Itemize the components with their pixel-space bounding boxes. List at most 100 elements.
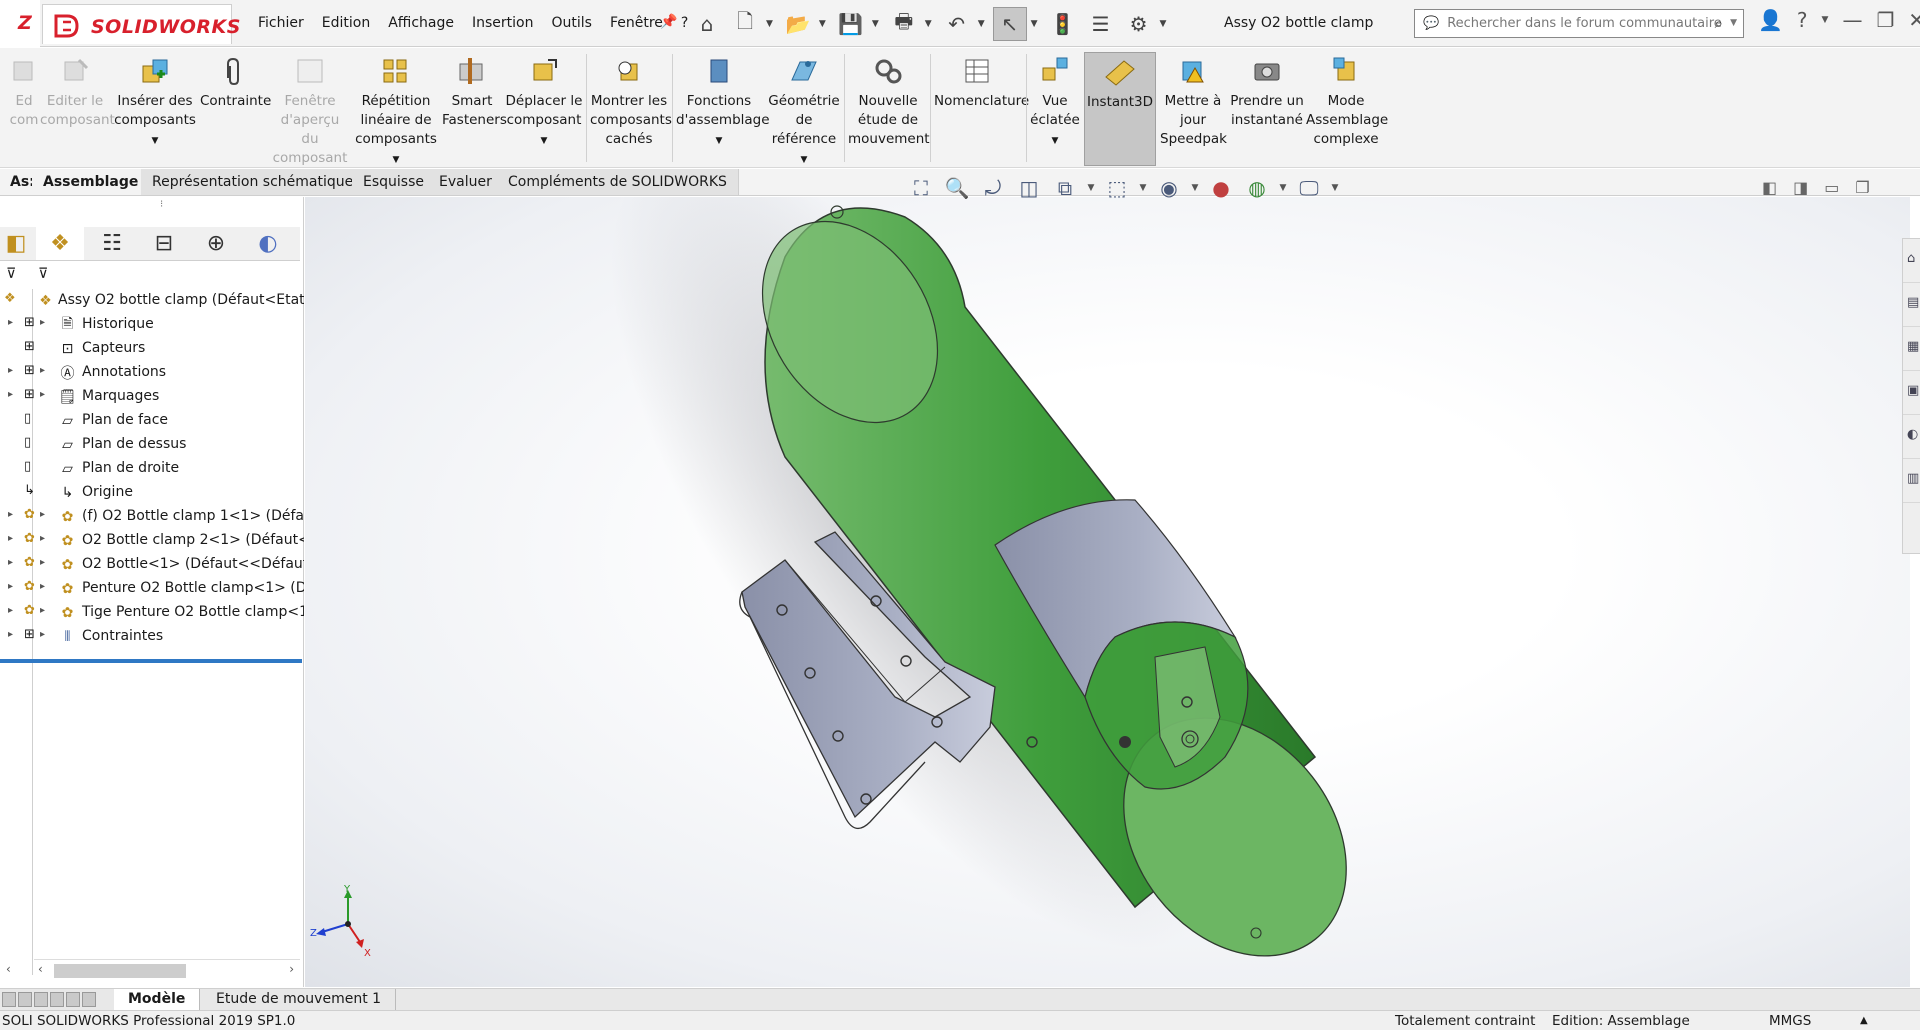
open-dropdown-icon[interactable]: ▼ <box>819 19 826 29</box>
mate-button[interactable]: Contrainte <box>200 56 271 111</box>
tab-assemblage[interactable]: Assemblage <box>32 169 151 195</box>
user-account-icon[interactable]: 👤 <box>1758 8 1783 32</box>
undo-dropdown-icon[interactable]: ▼ <box>978 19 985 29</box>
tree-item-bottle-clamp-1[interactable]: ▸ ✿ ▸ ✿ (f) O2 Bottle clamp 1<1> (Défaut <box>0 505 304 529</box>
tree-item-plan-de-dessus[interactable]: ▯ ▱ Plan de dessus <box>0 433 304 457</box>
task-pane-properties-icon[interactable]: ▥ <box>1903 459 1920 503</box>
smart-fasteners-button[interactable]: Smart Fasteners <box>442 56 507 130</box>
large-assembly-mode-button[interactable]: Mode Assemblage complexe <box>1306 56 1388 149</box>
split-left-icon[interactable]: ◧ <box>1762 178 1777 197</box>
expand-icon[interactable]: ▸ <box>8 389 13 400</box>
display-manager-tab-icon[interactable]: ◐ <box>244 227 292 260</box>
new-motion-study-button[interactable]: Nouvelle étude de mouvement <box>848 56 930 149</box>
print-dropdown-icon[interactable]: ▼ <box>925 19 932 29</box>
tab-modele[interactable]: Modèle <box>114 989 201 1010</box>
task-pane-resources-icon[interactable]: ⌂ <box>1903 239 1920 283</box>
expand-icon[interactable]: ▸ <box>8 629 13 640</box>
view-settings-dropdown-icon[interactable]: ▼ <box>1330 183 1340 193</box>
first-tab-icon[interactable] <box>2 992 16 1007</box>
view-settings-icon[interactable]: 🖵 <box>1294 176 1324 200</box>
menu-fenetre[interactable]: Fenêtre <box>610 15 663 31</box>
tab-complements[interactable]: Compléments de SOLIDWORKS <box>497 169 739 195</box>
tree-item-marquages[interactable]: ▸ ⊞ ▸ 🗒 Marquages <box>0 385 304 409</box>
restore-icon[interactable]: ❐ <box>1876 8 1894 32</box>
tree-item-contraintes[interactable]: ▸ ⊞ ▸ ⫴ Contraintes <box>0 625 304 649</box>
tree-item-penture[interactable]: ▸ ✿ ▸ ✿ Penture O2 Bottle clamp<1> (Dé <box>0 577 304 601</box>
orientation-dropdown-icon[interactable]: ▼ <box>1138 183 1148 193</box>
tree-item-capteurs[interactable]: ⊞ ⊡ Capteurs <box>0 337 304 361</box>
expand-icon[interactable]: ▸ <box>8 581 13 592</box>
expand-icon[interactable]: ▸ <box>8 533 13 544</box>
tree-item-annotations[interactable]: ▸ ⊞ ▸ Ⓐ Annotations <box>0 361 304 385</box>
section-view-icon[interactable]: ◫ <box>1014 176 1044 200</box>
configuration-manager-tab-icon[interactable]: ⊟ <box>140 227 188 260</box>
edit-appearance-icon[interactable]: ◍ <box>1242 176 1272 200</box>
expand-icon[interactable]: ▸ <box>40 509 45 520</box>
select-dropdown-icon[interactable]: ▼ <box>1031 19 1038 29</box>
edit-component-button[interactable]: Editer le composant <box>40 56 115 130</box>
graphics-area[interactable]: Y X Z <box>305 197 1910 987</box>
dimxpert-manager-tab-icon[interactable]: ⊕ <box>192 227 240 260</box>
property-manager-tab-icon[interactable]: ☷ <box>88 227 136 260</box>
dynamic-annotation-icon[interactable]: ⧉ <box>1050 176 1080 200</box>
tab-esquisse[interactable]: Esquisse <box>352 169 436 195</box>
3d-model[interactable] <box>305 197 1910 987</box>
units-menu-icon[interactable]: ▲ <box>1860 1015 1868 1026</box>
select-pointer-icon[interactable]: ↖ <box>992 7 1027 41</box>
nav-tab-icon[interactable] <box>66 992 80 1007</box>
left-tree-scroll[interactable]: ‹ <box>0 959 32 981</box>
scroll-right-icon[interactable]: › <box>289 962 294 976</box>
tree-item-plan-de-face[interactable]: ▯ ▱ Plan de face <box>0 409 304 433</box>
tree-root[interactable]: ❖ ❖ Assy O2 bottle clamp (Défaut<Etat d <box>0 289 304 313</box>
new-document-icon[interactable]: 🗋 <box>728 7 762 41</box>
tree-item-origine[interactable]: ↳ ↳ Origine <box>0 481 304 505</box>
reference-geometry-dropdown-icon[interactable]: ▼ <box>766 151 842 170</box>
assembly-features-button[interactable]: Fonctions d'assemblage ▼ <box>676 56 770 151</box>
new-dropdown-icon[interactable]: ▼ <box>766 19 773 29</box>
viewport-minimize-icon[interactable]: ▭ <box>1824 178 1839 197</box>
close-icon[interactable]: ✕ <box>1908 8 1920 32</box>
tab-assemblage-cut[interactable]: As: <box>0 169 36 195</box>
file-properties-icon[interactable]: ☰ <box>1084 7 1118 41</box>
rebuild-traffic-light-icon[interactable]: 🚦 <box>1046 7 1080 41</box>
print-icon[interactable]: 🖶 <box>887 7 921 41</box>
solidworks-logo[interactable]: SOLIDWORKS <box>42 4 240 44</box>
options-gear-icon[interactable]: ⚙ <box>1122 7 1156 41</box>
tree-item-plan-de-droite[interactable]: ▯ ▱ Plan de droite <box>0 457 304 481</box>
tab-etude-de-mouvement[interactable]: Etude de mouvement 1 <box>202 989 397 1010</box>
linear-pattern-button[interactable]: Répétition linéaire de composants ▼ <box>354 56 438 170</box>
display-style-icon[interactable]: ◉ <box>1154 176 1184 200</box>
expand-icon[interactable]: ▸ <box>40 317 45 328</box>
update-speedpak-button[interactable]: Mettre à jour Speedpak <box>1160 56 1227 149</box>
search-dropdown-icon[interactable]: ▼ <box>1730 18 1737 28</box>
linear-pattern-dropdown-icon[interactable]: ▼ <box>354 151 438 170</box>
move-component-dropdown-icon[interactable]: ▼ <box>504 132 584 151</box>
community-search-input[interactable]: 💬 Rechercher dans le forum communautaire… <box>1414 9 1744 38</box>
menu-outils[interactable]: Outils <box>551 15 591 31</box>
home-icon[interactable]: ⌂ <box>690 7 724 41</box>
help-icon[interactable]: ? <box>1797 8 1808 32</box>
scroll-thumb[interactable] <box>54 964 186 978</box>
tree-item-o2-bottle[interactable]: ▸ ✿ ▸ ✿ O2 Bottle<1> (Défaut<<Défaut> <box>0 553 304 577</box>
instant3d-button[interactable]: Instant3D <box>1084 52 1156 166</box>
menu-edition[interactable]: Edition <box>322 15 370 31</box>
edit-component-cut-button[interactable]: Ed com <box>4 56 44 130</box>
status-units[interactable]: MMGS <box>1769 1013 1811 1029</box>
feature-manager-tab-cut-icon[interactable]: ◧ <box>0 227 32 260</box>
expand-icon[interactable]: ▸ <box>40 365 45 376</box>
expand-icon[interactable]: ▸ <box>40 629 45 640</box>
task-pane-palette-icon[interactable]: ▣ <box>1903 371 1920 415</box>
expand-icon[interactable]: ▸ <box>8 317 13 328</box>
preview-window-button[interactable]: Fenêtre d'aperçu du composant <box>270 56 350 168</box>
menu-insertion[interactable]: Insertion <box>472 15 533 31</box>
take-snapshot-button[interactable]: Prendre un instantané <box>1230 56 1304 130</box>
view-orientation-icon[interactable]: ⬚ <box>1102 176 1132 200</box>
zoom-to-fit-icon[interactable]: ⛶ <box>906 176 936 200</box>
zoom-to-area-icon[interactable]: 🔍 <box>942 176 972 200</box>
panel-grip-icon[interactable]: ⁝ <box>160 199 163 210</box>
expand-icon[interactable]: ▸ <box>40 389 45 400</box>
next-tab-icon[interactable] <box>34 992 48 1007</box>
expand-icon[interactable]: ▸ <box>40 557 45 568</box>
assembly-features-dropdown-icon[interactable]: ▼ <box>676 132 762 151</box>
tree-item-bottle-clamp-2[interactable]: ▸ ✿ ▸ ✿ O2 Bottle clamp 2<1> (Défaut<< <box>0 529 304 553</box>
